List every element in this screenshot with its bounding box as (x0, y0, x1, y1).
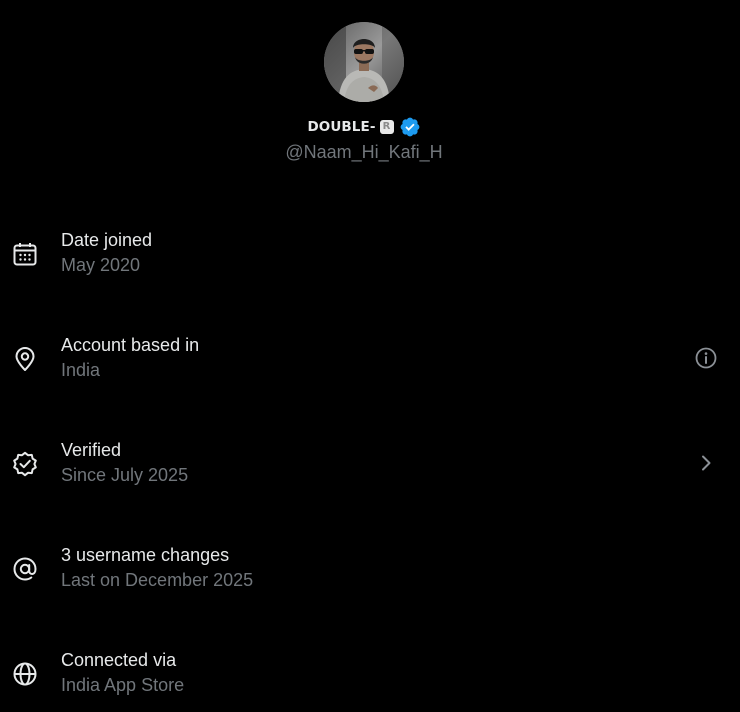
row-subtitle: India (61, 360, 101, 380)
name-row: DOUBLE- R (307, 116, 420, 138)
row-date-joined: Date joined May 2020 (0, 229, 740, 289)
chevron-right-icon[interactable] (694, 451, 718, 475)
row-connected-via: Connected via India App Store (0, 649, 740, 709)
display-name: DOUBLE- (307, 119, 376, 135)
row-title: Date joined (61, 230, 153, 250)
row-title: Verified (61, 440, 122, 460)
row-text: Verified Since July 2025 (61, 439, 188, 486)
profile-header: DOUBLE- R @Naam_Hi_Kafi_H (0, 22, 728, 163)
row-account-based-in: Account based in India (0, 334, 740, 394)
globe-icon (13, 662, 37, 686)
verified-badge-icon[interactable] (399, 116, 421, 138)
avatar[interactable] (324, 22, 404, 102)
info-icon[interactable] (694, 346, 718, 370)
username-handle: @Naam_Hi_Kafi_H (285, 142, 443, 162)
row-title: 3 username changes (61, 545, 230, 565)
calendar-icon (13, 243, 37, 266)
row-subtitle: Last on December 2025 (61, 570, 254, 590)
row-text: 3 username changes Last on December 2025 (61, 544, 253, 591)
at-sign-icon (13, 557, 37, 581)
row-text: Account based in India (61, 334, 199, 381)
location-pin-icon (15, 347, 35, 371)
row-subtitle: May 2020 (61, 255, 141, 275)
row-subtitle: Since July 2025 (61, 465, 189, 485)
name-emoji-badge: R (379, 120, 394, 134)
row-verified[interactable]: Verified Since July 2025 (0, 439, 740, 499)
row-text: Connected via India App Store (61, 649, 184, 696)
row-username-changes: 3 username changes Last on December 2025 (0, 544, 740, 604)
row-text: Date joined May 2020 (61, 229, 152, 276)
row-title: Connected via (61, 650, 177, 670)
row-title: Account based in (61, 335, 200, 355)
verified-check-icon (13, 451, 37, 477)
row-subtitle: India App Store (61, 675, 185, 695)
avatar-photo (324, 22, 404, 102)
